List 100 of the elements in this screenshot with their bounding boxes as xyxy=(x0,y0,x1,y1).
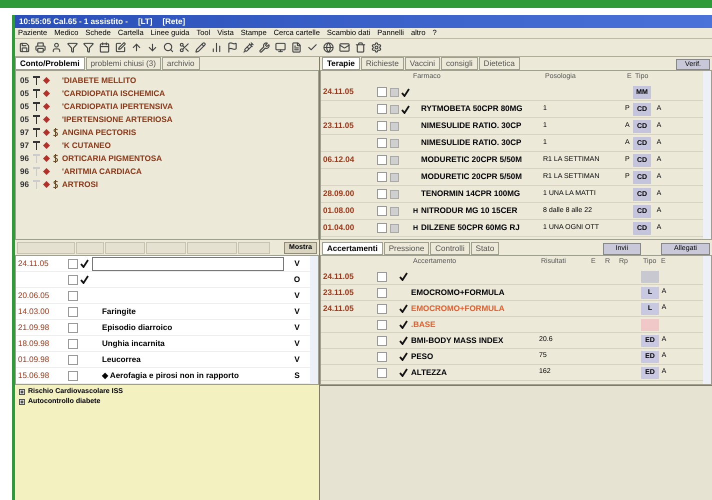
checkbox[interactable] xyxy=(377,155,387,165)
checkbox[interactable] xyxy=(377,368,387,378)
checkbox[interactable] xyxy=(377,172,387,182)
up-arrow-icon[interactable] xyxy=(131,42,142,53)
search-icon[interactable] xyxy=(163,42,174,53)
checkbox[interactable] xyxy=(377,320,387,330)
header-button[interactable] xyxy=(76,242,104,254)
mail-icon[interactable] xyxy=(339,42,350,53)
scissors-icon[interactable] xyxy=(179,42,190,53)
checkbox[interactable] xyxy=(68,370,78,380)
diary-entry[interactable]: Leucorrea xyxy=(102,354,141,364)
problem-name[interactable]: ANGINA PECTORIS xyxy=(62,126,136,138)
trash-icon[interactable] xyxy=(355,42,366,53)
problem-name[interactable]: ORTICARIA PIGMENTOSA xyxy=(62,152,162,164)
drug-name[interactable]: RYTMOBETA 50CPR 80MG xyxy=(421,104,522,113)
flag-icon[interactable] xyxy=(227,42,238,53)
problem-name[interactable]: 'CARDIOPATIA ISCHEMICA xyxy=(62,88,166,100)
exam-name[interactable]: ALTEZZA xyxy=(411,368,447,376)
printer-icon[interactable] xyxy=(35,42,46,53)
checkbox[interactable] xyxy=(68,322,78,332)
checkbox[interactable] xyxy=(377,223,387,233)
plus-icon[interactable] xyxy=(19,389,25,395)
pencil-icon[interactable] xyxy=(115,42,126,53)
header-button[interactable] xyxy=(105,242,145,254)
checkbox[interactable] xyxy=(68,338,78,348)
scrollbar[interactable] xyxy=(310,256,318,384)
funnel-icon[interactable] xyxy=(67,42,78,53)
drug-name[interactable]: DILZENE 50CPR 60MG RJ xyxy=(421,223,520,232)
drug-name[interactable]: NIMESULIDE RATIO. 30CP xyxy=(421,138,522,147)
tab[interactable]: Accertamenti xyxy=(322,242,383,255)
down-arrow-icon[interactable] xyxy=(147,42,158,53)
check-icon[interactable] xyxy=(307,42,318,53)
tab[interactable]: Controlli xyxy=(430,242,470,255)
date-label: 28.09.00 xyxy=(322,188,356,200)
checkbox[interactable] xyxy=(377,189,387,199)
tab[interactable]: Terapie xyxy=(322,57,360,70)
header-button[interactable] xyxy=(146,242,186,254)
tab[interactable]: Richieste xyxy=(360,57,404,70)
header-button[interactable] xyxy=(17,242,75,254)
globe-icon[interactable] xyxy=(323,42,334,53)
checkbox[interactable] xyxy=(377,104,387,114)
scrollbar[interactable] xyxy=(703,256,711,384)
checkbox[interactable] xyxy=(377,87,387,97)
tab[interactable]: consigli xyxy=(440,57,478,70)
tab[interactable]: Pressione xyxy=(384,242,430,255)
funnel-icon[interactable] xyxy=(83,42,94,53)
exam-name[interactable]: EMOCROMO+FORMULA xyxy=(411,288,505,296)
drug-name[interactable]: NIMESULIDE RATIO. 30CP xyxy=(421,121,522,130)
checkbox[interactable] xyxy=(377,288,387,298)
checkbox[interactable] xyxy=(68,354,78,364)
document-icon[interactable] xyxy=(291,42,302,53)
checkbox[interactable] xyxy=(68,258,78,268)
diary-entry[interactable]: Episodio diarroico xyxy=(102,322,172,332)
checkbox[interactable] xyxy=(68,274,78,284)
date-label: 01.08.00 xyxy=(322,205,356,217)
pencil-icon[interactable] xyxy=(195,42,206,53)
checkbox[interactable] xyxy=(68,290,78,300)
tab[interactable]: Conto/Problemi xyxy=(15,57,85,70)
problem-name[interactable]: 'IPERTENSIONE ARTERIOSA xyxy=(62,114,173,126)
plus-icon[interactable] xyxy=(19,399,25,405)
calendar-icon[interactable] xyxy=(99,42,110,53)
person-icon[interactable] xyxy=(51,42,62,53)
checkbox[interactable] xyxy=(377,206,387,216)
problem-name[interactable]: 'ARITMIA CARDIACA xyxy=(62,166,142,178)
tab[interactable]: Dietetica xyxy=(478,57,520,70)
tab[interactable]: Vaccini xyxy=(404,57,440,70)
checkbox[interactable] xyxy=(377,272,387,282)
wrench-icon[interactable] xyxy=(259,42,270,53)
save-icon[interactable] xyxy=(19,42,30,53)
diary-entry[interactable]: Faringite xyxy=(102,306,136,316)
settings-icon[interactable] xyxy=(371,42,382,53)
diary-entry[interactable]: Unghia incarnita xyxy=(102,338,165,348)
drug-name[interactable]: MODURETIC 20CPR 5/50M xyxy=(421,155,522,164)
header-button[interactable] xyxy=(238,242,270,254)
tab[interactable]: archivio xyxy=(162,57,200,70)
drug-name[interactable]: TENORMIN 14CPR 100MG xyxy=(421,189,520,198)
problem-name[interactable]: ARTROSI xyxy=(62,178,98,190)
exam-name[interactable]: BMI-BODY MASS INDEX xyxy=(411,336,504,344)
chart-icon[interactable] xyxy=(211,42,222,53)
problem-name[interactable]: 'DIABETE MELLITO xyxy=(62,74,136,86)
tab[interactable]: problemi chiusi (3) xyxy=(86,57,161,70)
checkbox[interactable] xyxy=(377,138,387,148)
drug-name[interactable]: MODURETIC 20CPR 5/50M xyxy=(421,172,522,181)
diary-entry[interactable]: ◆ Aerofagia e pirosi non in rapporto xyxy=(102,370,239,380)
drug-name[interactable]: NITRODUR MG 10 15CER xyxy=(421,206,518,215)
checkbox[interactable] xyxy=(377,352,387,362)
exam-name[interactable]: PESO xyxy=(411,352,434,360)
scrollbar[interactable] xyxy=(703,71,711,239)
checkbox[interactable] xyxy=(377,304,387,314)
status-square xyxy=(390,172,399,182)
syringe-icon[interactable] xyxy=(243,42,254,53)
checkbox[interactable] xyxy=(377,121,387,131)
input-field[interactable] xyxy=(92,256,284,270)
checkbox[interactable] xyxy=(68,306,78,316)
monitor-icon[interactable] xyxy=(275,42,286,53)
checkbox[interactable] xyxy=(377,336,387,346)
problem-name[interactable]: 'CARDIOPATIA IPERTENSIVA xyxy=(62,100,173,112)
header-button[interactable] xyxy=(187,242,237,254)
problem-name[interactable]: 'K CUTANEO xyxy=(62,140,111,152)
tab[interactable]: Stato xyxy=(470,242,500,255)
